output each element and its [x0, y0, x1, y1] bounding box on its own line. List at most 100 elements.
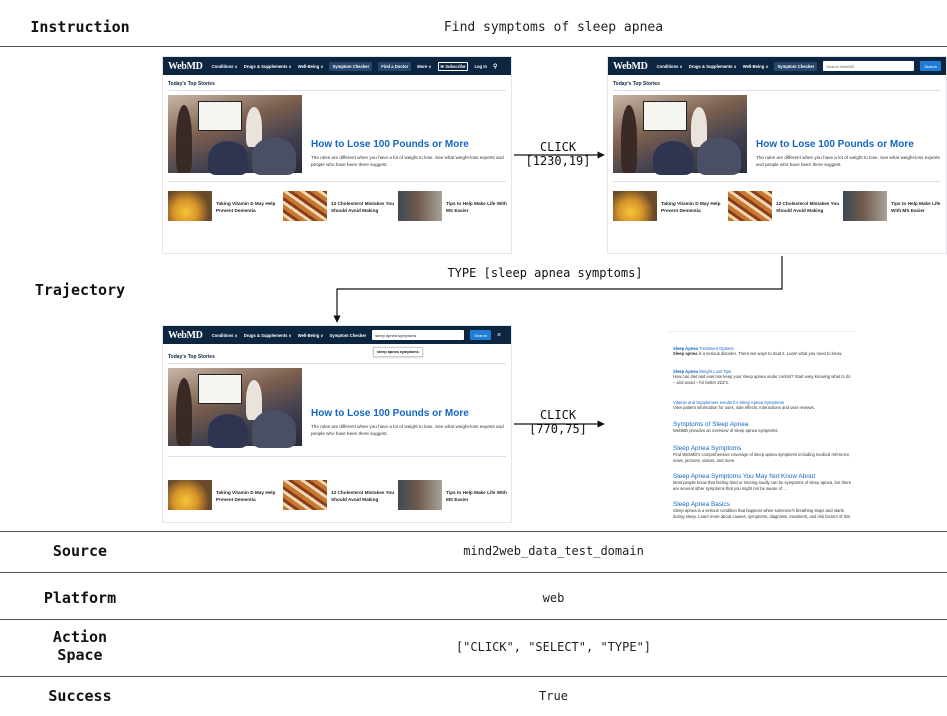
person [176, 105, 192, 173]
hero-summary: The rules are different when you have a … [311, 155, 504, 167]
story-title: Taking Vitamin D May Help Prevent Dement… [661, 201, 721, 213]
hero-summary: The rules are different when you have a … [311, 424, 504, 436]
search-button[interactable]: Search [470, 330, 491, 340]
screenshot-2: WebMD Conditions ∨ Drugs & Supplements ∨… [607, 56, 947, 254]
nav-wellbeing[interactable]: Well-Being ∨ [743, 64, 769, 69]
story-card[interactable]: Tips to Help Make Life With MS Easier [398, 191, 510, 221]
result-item[interactable]: Sleep Apnea Treatment Options Sleep apne… [673, 346, 853, 357]
nav-more[interactable]: More ∨ [417, 64, 431, 69]
close-icon[interactable]: × [497, 332, 501, 339]
story-card[interactable]: Taking Vitamin D May Help Prevent Dement… [613, 191, 725, 221]
trajectory-label: Trajectory [34, 281, 126, 299]
result-title: Sleep Apnea Symptoms You May Not Know Ab… [673, 473, 816, 480]
person [697, 137, 741, 175]
whiteboard [643, 101, 687, 131]
nav-conditions[interactable]: Conditions ∨ [657, 64, 683, 69]
story-title: Tips to Help Make Life With MS Easier [891, 201, 941, 213]
result-desc: WebMD provides an overview of sleep apne… [673, 428, 779, 433]
mail-icon: ✉ [440, 63, 445, 69]
hero-title[interactable]: How to Lose 100 Pounds or More [311, 139, 469, 150]
divider [613, 181, 941, 182]
result-item[interactable]: Sleep Apnea Symptoms You May Not Know Ab… [673, 473, 853, 491]
story-thumbnail [168, 191, 212, 221]
screenshot-1: WebMD Conditions ∨ Drugs & Supplements ∨… [162, 56, 512, 254]
result-item[interactable]: Symptoms of Sleep Apnea WebMD provides a… [673, 421, 853, 434]
webmd-navbar: WebMD Conditions ∨ Drugs & Supplements ∨… [608, 57, 946, 75]
person [653, 141, 693, 175]
nav-wellbeing[interactable]: Well-Being ∨ [298, 64, 324, 69]
divider [0, 46, 947, 47]
person [208, 414, 248, 448]
divider [0, 531, 947, 532]
story-thumbnail [398, 480, 442, 510]
result-desc: How can diet and exercise keep your slee… [673, 374, 851, 385]
divider [0, 619, 947, 620]
source-value: mind2web_data_test_domain [463, 544, 644, 558]
story-title: Taking Vitamin D May Help Prevent Dement… [216, 490, 276, 502]
story-card[interactable]: 12 Cholesterol Mistakes You Should Avoid… [283, 191, 395, 221]
divider [168, 181, 506, 182]
success-value: True [539, 689, 568, 703]
nav-conditions[interactable]: Conditions ∨ [212, 333, 238, 338]
nav-symptom-checker[interactable]: Symptom Checker [329, 61, 373, 71]
result-item[interactable]: Vitamin and Supplement results for Sleep… [673, 400, 853, 411]
result-desc: Find WebMD's comprehensive coverage of s… [673, 452, 851, 463]
subscribe-button[interactable]: ✉ Subscribe [437, 61, 469, 71]
story-thumbnail [613, 191, 657, 221]
nav-symptom-checker[interactable]: Symptom Checker [329, 333, 366, 338]
result-desc-bold: Sleep apnea [673, 351, 698, 356]
nav-wellbeing[interactable]: Well-Being ∨ [298, 333, 324, 338]
nav-drugs[interactable]: Drugs & Supplements ∨ [244, 64, 292, 69]
hero-summary: The rules are different when you have a … [756, 155, 940, 167]
nav-find-doctor[interactable]: Find a Doctor [378, 61, 412, 71]
search-input[interactable]: sleep apnea symptoms [372, 330, 465, 340]
story-card[interactable]: 12 Cholesterol Mistakes You Should Avoid… [728, 191, 840, 221]
action-op: TYPE [447, 266, 477, 280]
story-card[interactable]: Tips to Help Make Life With MS Easier [843, 191, 946, 221]
login-link[interactable]: Log In [474, 64, 487, 69]
platform-label: Platform [43, 589, 117, 607]
nav-drugs[interactable]: Drugs & Supplements ∨ [689, 64, 737, 69]
nav-drugs[interactable]: Drugs & Supplements ∨ [244, 333, 292, 338]
person [621, 105, 637, 173]
story-thumbnail [283, 480, 327, 510]
hero-image[interactable] [168, 95, 302, 175]
story-card[interactable]: Tips to Help Make Life With MS Easier [398, 480, 510, 510]
hero-title[interactable]: How to Lose 100 Pounds or More [311, 408, 469, 419]
result-item[interactable]: Sleep Apnea Weight Loss Tips How can die… [673, 369, 853, 385]
divider [168, 363, 506, 364]
hero-image[interactable] [168, 368, 302, 448]
screenshot-3: WebMD Conditions ∨ Drugs & Supplements ∨… [162, 325, 512, 523]
hero-title[interactable]: How to Lose 100 Pounds or More [756, 139, 914, 150]
platform-value: web [542, 591, 565, 605]
story-thumbnail [843, 191, 887, 221]
result-item[interactable]: Sleep Apnea Basics Sleep apnea is a seri… [673, 501, 853, 519]
story-thumbnail [398, 191, 442, 221]
story-card[interactable]: Taking Vitamin D May Help Prevent Dement… [168, 480, 280, 510]
story-title: 12 Cholesterol Mistakes You Should Avoid… [331, 201, 395, 213]
result-desc: Sleep apnea is a serious condition that … [673, 508, 851, 519]
divider [168, 456, 506, 457]
search-input[interactable]: Search WebMD [823, 61, 915, 71]
nav-symptom-checker[interactable]: Symptom Checker [774, 61, 818, 71]
search-button[interactable]: Search [920, 61, 941, 71]
story-card[interactable]: 12 Cholesterol Mistakes You Should Avoid… [283, 480, 395, 510]
hero-image[interactable] [613, 95, 747, 175]
divider [168, 90, 506, 91]
action-op: CLICK [539, 408, 577, 422]
nav-conditions[interactable]: Conditions ∨ [212, 64, 238, 69]
person [252, 137, 296, 175]
story-card[interactable]: Taking Vitamin D May Help Prevent Dement… [168, 191, 280, 221]
whiteboard [198, 374, 242, 404]
subscribe-label: Subscribe [445, 63, 466, 69]
story-title: Taking Vitamin D May Help Prevent Dement… [216, 201, 276, 213]
webmd-logo: WebMD [168, 60, 203, 72]
result-desc: is a serious disorder. There are ways to… [697, 351, 843, 356]
search-suggestion[interactable]: sleep apnea symptoms [373, 347, 423, 357]
search-icon[interactable]: ⚲ [493, 63, 497, 70]
action-arg: [770,75] [529, 422, 587, 436]
action-label-1: CLICK [1230,19] [512, 140, 604, 168]
result-item[interactable]: Sleep Apnea Symptoms Find WebMD's compre… [673, 445, 853, 463]
divider [0, 572, 947, 573]
top-stories-heading: Today's Top Stories [168, 354, 215, 360]
